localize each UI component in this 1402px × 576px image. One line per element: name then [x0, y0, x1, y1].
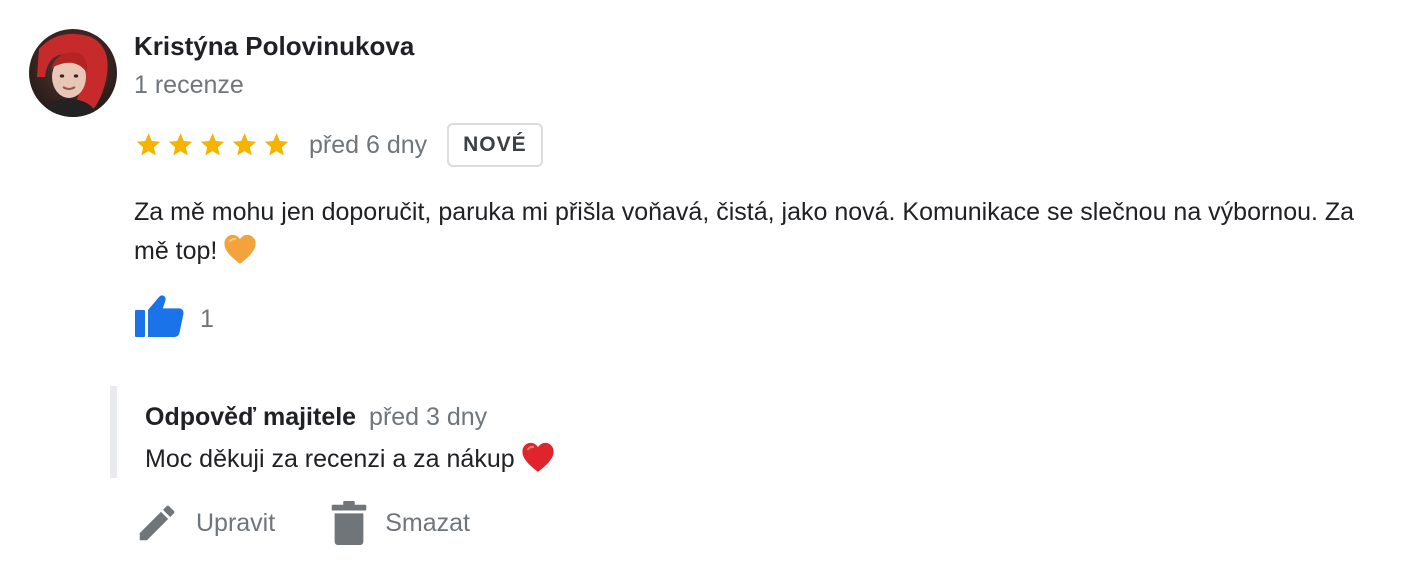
like-row: 1 — [134, 292, 214, 338]
review-date: před 6 dny — [309, 130, 428, 159]
trash-icon — [329, 500, 369, 546]
star-icon — [166, 131, 195, 159]
owner-reply-date: před 3 dny — [369, 403, 488, 431]
new-badge: NOVÉ — [447, 123, 543, 167]
star-icon — [230, 131, 259, 159]
star-icon — [198, 131, 227, 159]
delete-button-label: Smazat — [385, 508, 470, 537]
star-icon — [262, 131, 291, 159]
owner-reply-text-content: Moc děkuji za recenzi a za nákup — [145, 445, 515, 473]
review-text: Za mě mohu jen doporučit, paruka mi přiš… — [134, 193, 1384, 277]
review-actions: Upravit Smazat — [134, 500, 470, 546]
edit-button-label: Upravit — [196, 508, 276, 537]
owner-reply: Odpověď majitele před 3 dny Moc děkuji z… — [110, 386, 555, 478]
reviewer-avatar[interactable] — [29, 29, 117, 117]
review-text-content: Za mě mohu jen doporučit, paruka mi přiš… — [134, 198, 1355, 265]
reviewer-name[interactable]: Kristýna Polovinukova — [134, 31, 414, 62]
like-count: 1 — [200, 304, 214, 333]
thumbs-up-icon[interactable] — [134, 292, 186, 338]
rating-row: před 6 dny NOVÉ — [134, 122, 543, 168]
red-heart-icon — [521, 441, 555, 483]
delete-button[interactable]: Smazat — [329, 500, 470, 546]
star-icon — [134, 131, 163, 159]
reviewer-review-count: 1 recenze — [134, 71, 244, 99]
owner-reply-label: Odpověď majitele — [145, 403, 357, 431]
star-rating — [134, 131, 291, 159]
owner-reply-text: Moc děkuji za recenzi a za nákup — [145, 441, 555, 483]
owner-reply-header: Odpověď majitele před 3 dny — [145, 400, 555, 434]
pencil-icon — [134, 500, 180, 546]
orange-heart-icon — [223, 233, 257, 277]
edit-button[interactable]: Upravit — [134, 500, 275, 546]
